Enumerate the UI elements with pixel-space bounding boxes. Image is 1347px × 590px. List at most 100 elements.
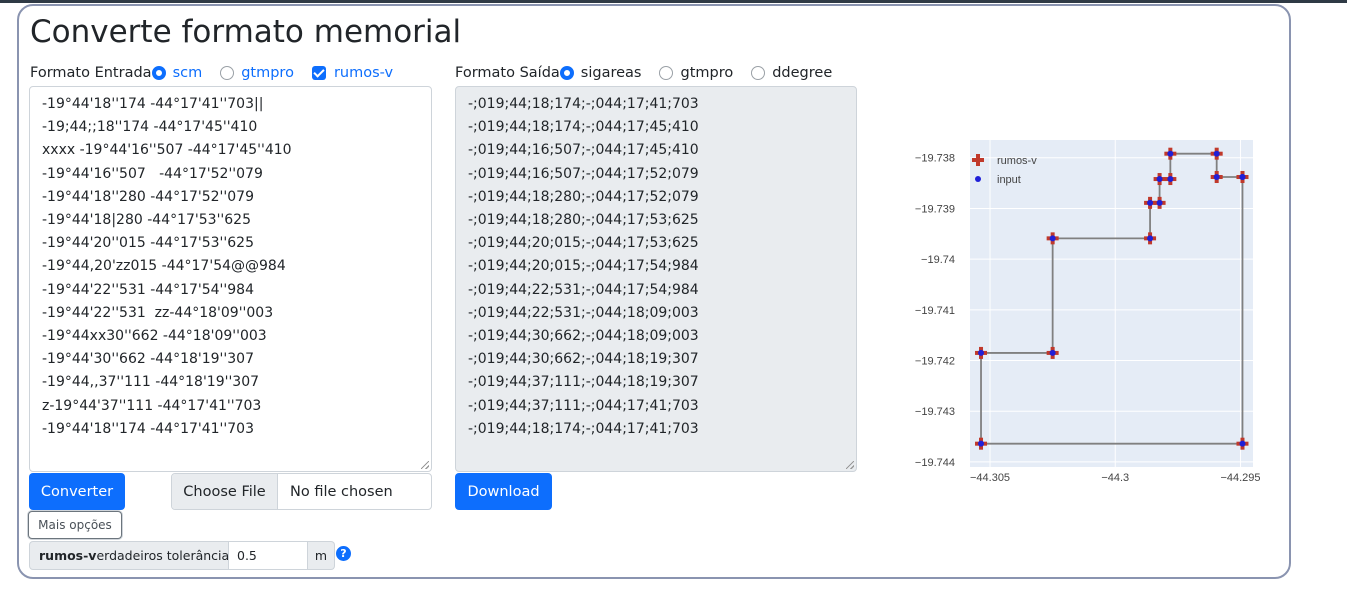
input-point [1156,176,1163,183]
input-point [1147,235,1154,242]
output-format-option-gtmpro[interactable]: gtmpro [659,65,733,81]
input-point [1147,199,1154,206]
download-button[interactable]: Download [455,473,552,510]
input-point [1239,174,1246,181]
tolerance-label: rumos-v erdadeiros tolerância [29,541,229,570]
text-line: -;019;44;18;174;-;044;17;41;703 [468,420,699,437]
text-line: z-19°44'37''111 -44°17'41''703 [42,397,262,414]
text-line: -;019;44;20;015;-;044;17;53;625 [468,235,699,252]
text-line: -19°44'22''531 -44°17'54''984 [42,281,254,298]
output-format-row: Formato Saída sigareas gtmpro ddegree [455,63,850,83]
text-line: -;019;44;18;280;-;044;17;53;625 [468,212,699,229]
y-tick-label: −19.744 [915,457,955,469]
output-format-option-ddegree[interactable]: ddegree [751,65,832,81]
input-point [1049,235,1056,242]
input-format-label: Formato Entrada [30,65,152,81]
y-tick-label: −19.738 [915,153,955,165]
text-line: -;019;44;18;174;-;044;17;41;703 [468,96,699,112]
legend-rumos-marker-v [976,154,980,166]
page-title: Converte formato memorial [30,14,462,50]
input-point [1239,440,1246,447]
tolerance-label-bold: rumos-v [39,548,97,563]
convert-button[interactable]: Converter [29,473,125,510]
y-tick-label: −19.74 [921,254,955,266]
input-format-option-scm[interactable]: scm [151,65,203,81]
text-line: -19°44'22''531 zz-44°18'09''003 [42,304,274,321]
input-point [1213,174,1220,181]
text-line: xxxx -19°44'16''507 -44°17'45''410 [42,142,292,159]
text-line: -;019;44;37;111;-;044;17;41;703 [468,397,699,414]
scm-label[interactable]: scm [173,65,203,81]
choose-file-button[interactable]: Choose File [172,474,278,509]
text-line: -;019;44;30;662;-;044;18;09;003 [468,328,699,345]
input-textarea[interactable]: -19°44'18''174 -44°17'41''703|| -19;44;;1… [29,86,432,472]
polygon-plot[interactable]: −44.305 −44.3 −44.295 −19.738 −19.739 −19.74 −… [900,135,1260,485]
text-line: -19°44'20''015 -44°17'53''625 [42,235,254,252]
more-options-button[interactable]: Mais opções [28,511,122,539]
out-gtmpro-radio[interactable] [659,66,674,80]
legend-input-marker [975,176,981,182]
text-line: -;019;44;16;507;-;044;17;45;410 [468,142,699,159]
input-point [1156,199,1163,206]
text-line: -;019;44;22;531;-;044;17;54;984 [468,281,699,298]
text-line: -;019;44;22;531;-;044;18;09;003 [468,304,699,321]
legend-label-rumos-v: rumos-v [997,155,1037,167]
file-status: No file chosen [290,483,393,500]
sigareas-radio[interactable] [559,66,574,80]
text-line: -19°44'16''507 -44°17'52''079 [42,165,263,182]
y-tick-label: −19.739 [915,203,955,215]
text-line: -;019;44;16;507;-;044;17;52;079 [468,165,699,182]
resize-handle[interactable] [421,461,429,469]
input-point [1167,150,1174,157]
sigareas-label[interactable]: sigareas [581,65,642,81]
text-line: -19°44,,37''111 -44°18'19''307 [42,374,260,391]
x-tick-label: −44.305 [970,472,1010,484]
ddegree-label[interactable]: ddegree [772,65,832,81]
output-textarea[interactable]: -;019;44;18;174;-;044;17;41;703 -;019;44;… [455,86,857,472]
tolerance-label-rest: erdadeiros tolerância [96,548,230,563]
x-tick-label: −44.3 [1101,472,1129,484]
text-line: -19°44,20'zz015 -44°17'54@@984 [42,258,286,275]
input-format-row: Formato Entrada scm gtmpro rumos-v [30,63,411,83]
text-line: -;019;44;18;280;-;044;17;52;079 [468,188,699,205]
output-lines: -;019;44;18;174;-;044;17;41;703 -;019;44;… [468,93,856,441]
input-point [1167,176,1174,183]
resize-handle[interactable] [846,461,854,469]
text-line: -19°44'18''174 -44°17'41''703|| [42,96,264,112]
text-line: -19;44;;18''174 -44°17'45''410 [42,119,258,136]
input-point [1213,150,1220,157]
file-input[interactable]: Choose File No file chosen [171,473,432,510]
help-icon[interactable]: ? [336,546,351,561]
input-lines: -19°44'18''174 -44°17'41''703|| -19;44;;1… [42,93,431,441]
text-line: -19°44xx30''662 -44°18'09''003 [42,328,267,345]
input-format-option-gtmpro[interactable]: gtmpro [220,65,294,81]
scm-radio[interactable] [151,66,166,80]
tolerance-input[interactable]: 0.5 [229,541,308,570]
input-point [1049,349,1056,356]
text-line: -19°44'18''174 -44°17'41''703 [42,420,254,437]
x-tick-label: −44.295 [1220,472,1260,484]
y-tick-label: −19.743 [915,406,955,418]
rumos-v-checkbox[interactable] [311,66,326,80]
text-line: -;019;44;37;111;-;044;18;19;307 [468,374,699,391]
y-tick-label: −19.742 [915,356,955,368]
input-point [978,440,985,447]
text-line: -19°44'30''662 -44°18'19''307 [42,351,254,368]
out-gtmpro-label[interactable]: gtmpro [680,65,733,81]
ddegree-radio[interactable] [751,66,766,80]
text-line: -19°44'18|280 -44°17'53''625 [42,212,251,229]
plot-background [970,140,1253,467]
output-format-option-sigareas[interactable]: sigareas [559,65,642,81]
gtmpro-radio[interactable] [220,66,235,80]
input-point [978,349,985,356]
text-line: -19°44'18''280 -44°17'52''079 [42,188,254,205]
text-line: -;019;44;30;662;-;044;18;19;307 [468,351,699,368]
rumos-v-label[interactable]: rumos-v [334,65,393,81]
text-line: -;019;44;20;015;-;044;17;54;984 [468,258,699,275]
tolerance-group: rumos-v erdadeiros tolerância 0.5 m [29,541,335,570]
top-bar [0,0,1347,3]
gtmpro-label[interactable]: gtmpro [241,65,294,81]
output-format-label: Formato Saída [455,65,560,81]
input-format-option-rumos-v[interactable]: rumos-v [311,65,393,81]
tolerance-unit: m [308,541,335,570]
